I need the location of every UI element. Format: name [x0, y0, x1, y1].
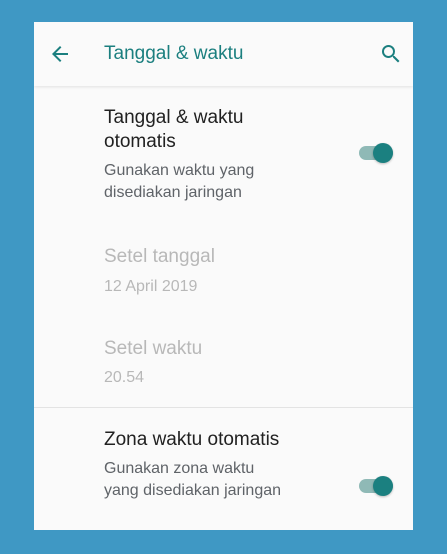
toggle-thumb — [373, 476, 393, 496]
arrow-back-icon — [52, 46, 68, 62]
back-button[interactable] — [48, 42, 72, 66]
auto-time-zone-setting[interactable]: Zona waktu otomatis Gunakan zona waktu y… — [34, 408, 413, 530]
search-button[interactable] — [379, 42, 403, 66]
app-bar: Tanggal & waktu — [34, 22, 413, 86]
setting-title: Tanggal & waktu — [104, 107, 244, 128]
setting-summary: 12 April 2019 — [104, 278, 198, 295]
setting-title: Setel waktu — [104, 338, 203, 359]
auto-date-time-setting[interactable]: Tanggal & waktu otomatis Gunakan waktu y… — [34, 86, 413, 216]
auto-date-time-toggle[interactable] — [359, 143, 393, 163]
search-icon — [382, 45, 400, 63]
setting-title: Zona waktu otomatis — [104, 429, 280, 450]
setting-summary-line2: yang disediakan jaringan — [104, 482, 282, 499]
setting-summary-line2: disediakan jaringan — [104, 184, 242, 201]
setting-summary: Gunakan zona waktu — [104, 460, 255, 477]
settings-screen: Tanggal & waktu Tanggal & waktu otomatis… — [34, 22, 413, 530]
auto-time-zone-toggle[interactable] — [359, 476, 393, 496]
toggle-thumb — [373, 143, 393, 163]
setting-summary: Gunakan waktu yang — [104, 162, 255, 179]
setting-title: Setel tanggal — [104, 246, 215, 267]
set-time-setting[interactable]: Setel waktu 20.54 — [34, 322, 413, 402]
setting-title-line2: otomatis — [104, 131, 176, 152]
set-date-setting[interactable]: Setel tanggal 12 April 2019 — [34, 232, 413, 312]
setting-summary: 20.54 — [104, 369, 145, 386]
page-title: Tanggal & waktu — [104, 43, 244, 64]
